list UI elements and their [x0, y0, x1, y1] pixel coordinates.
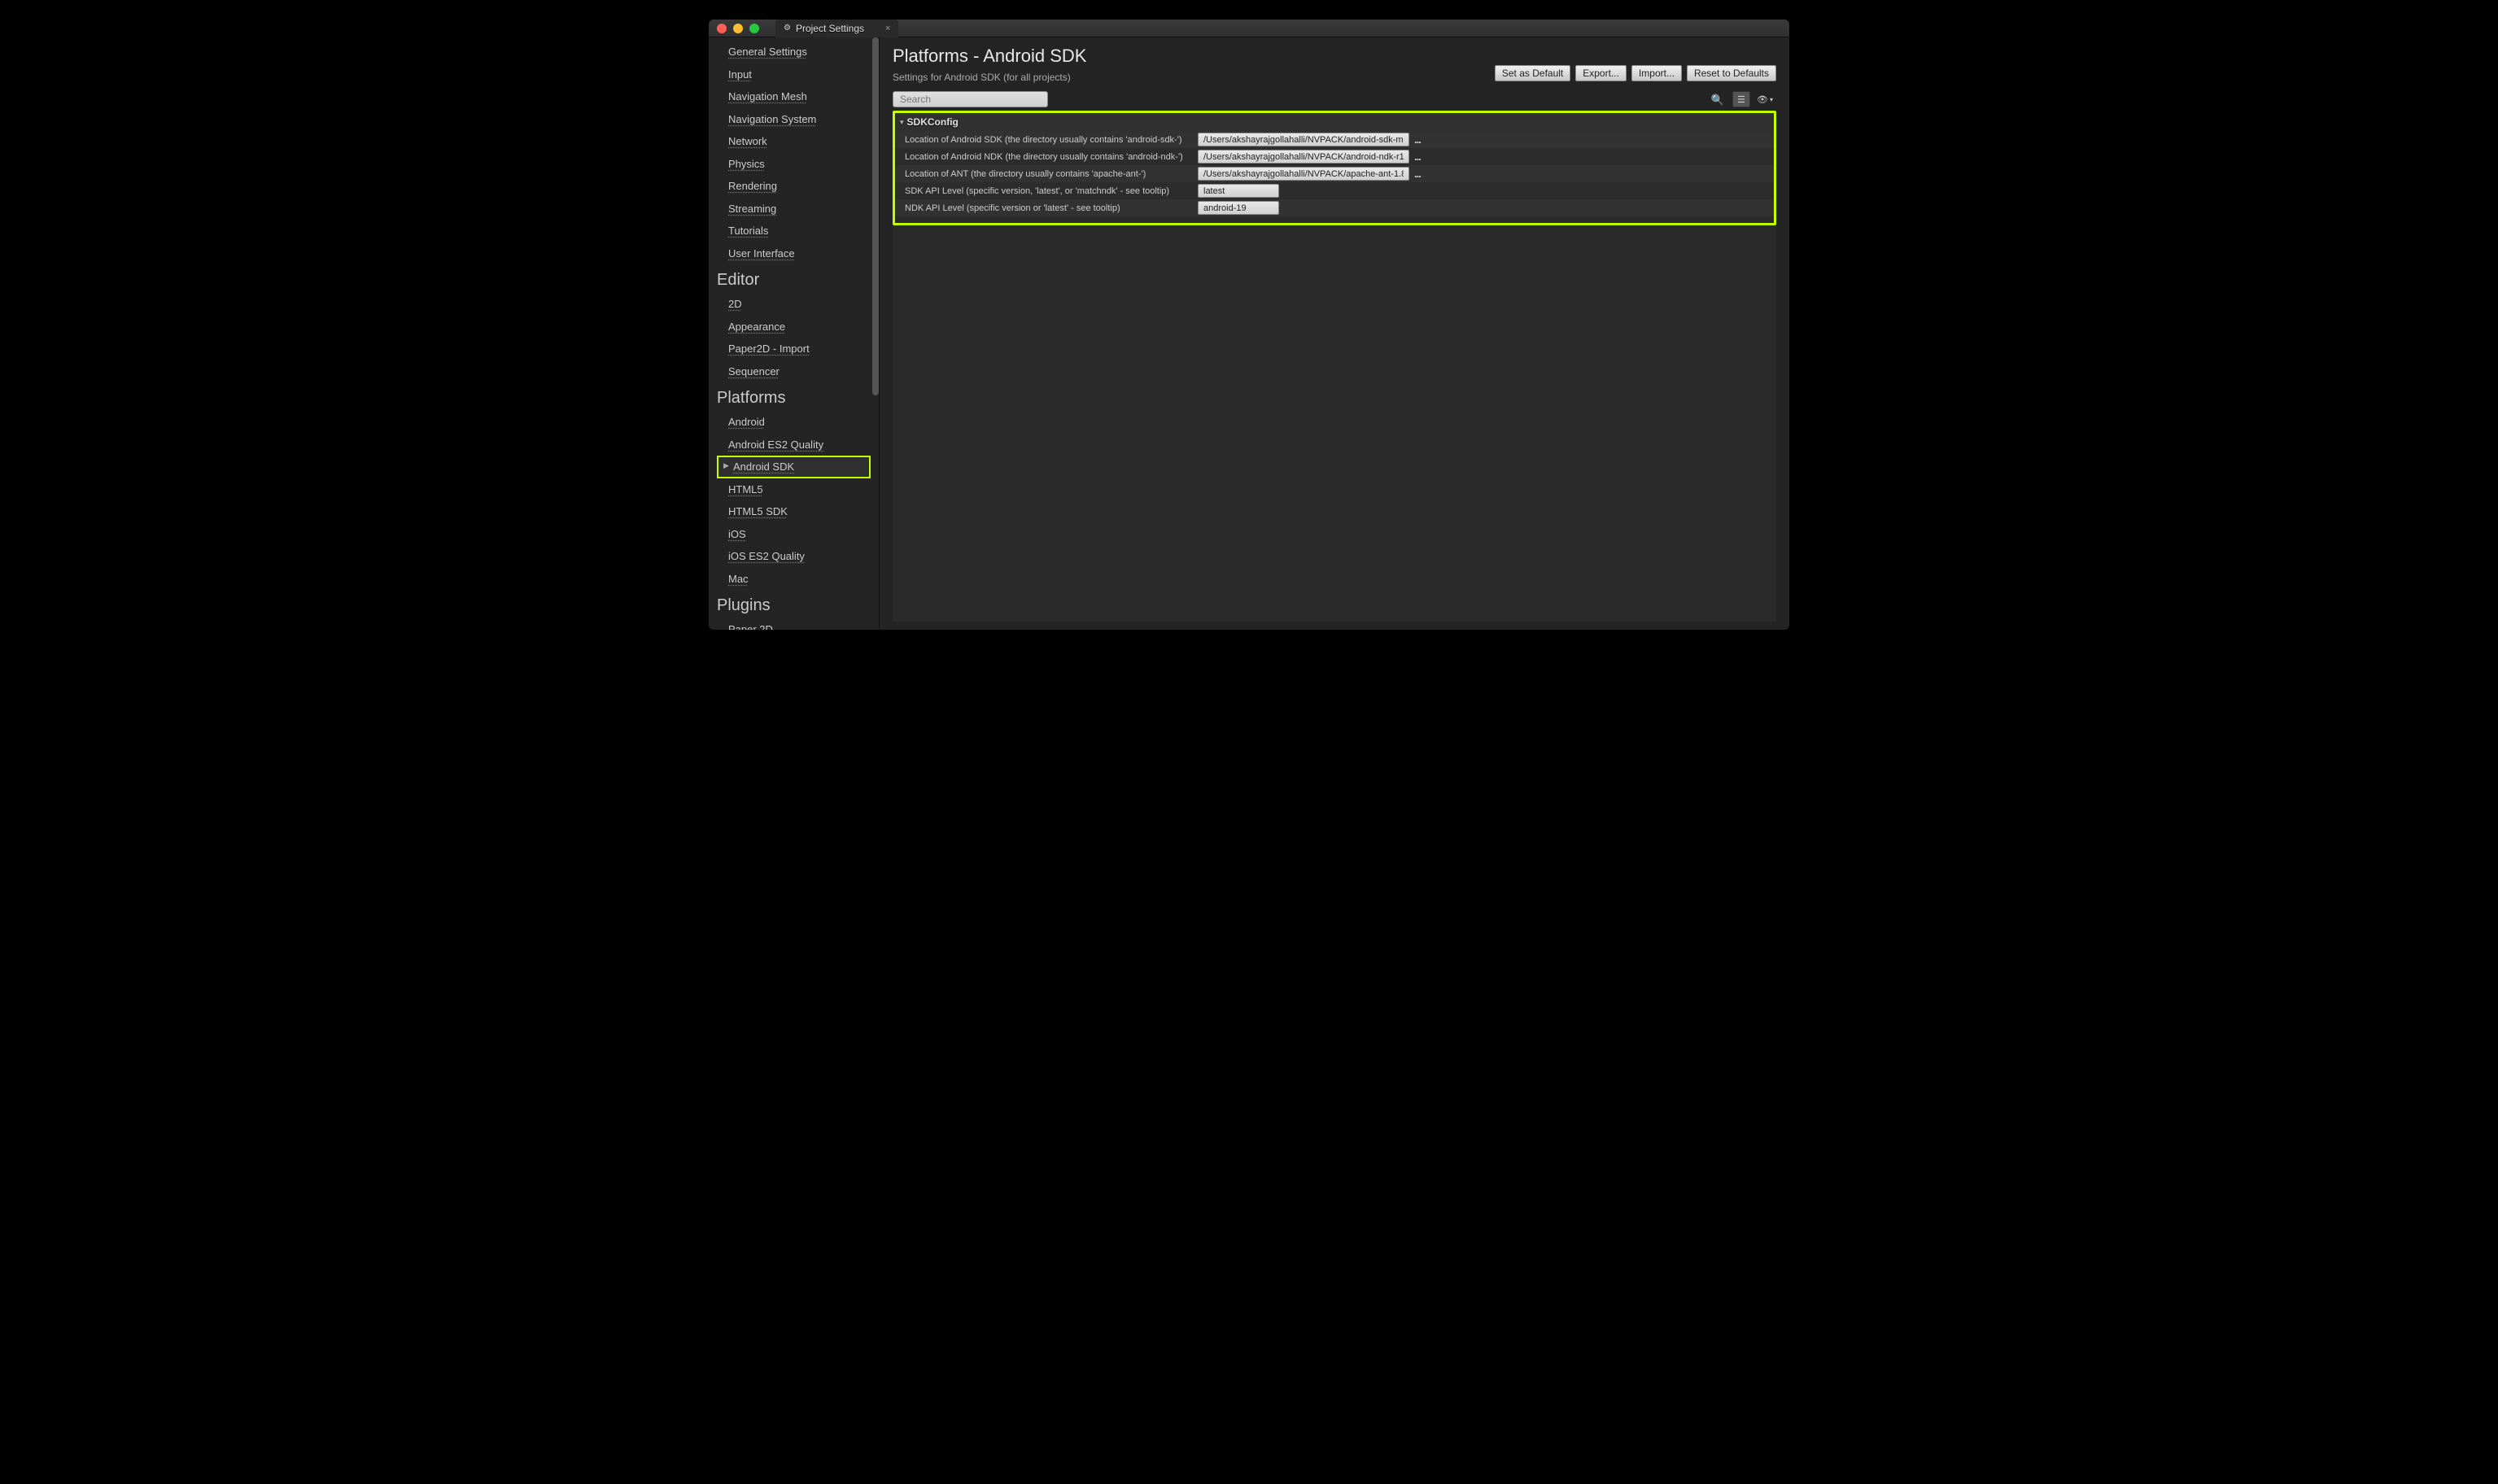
- list-icon: ☰: [1737, 94, 1745, 105]
- section-title: SDKConfig: [907, 116, 959, 128]
- config-row: NDK API Level (specific version or 'late…: [895, 199, 1774, 216]
- search-input[interactable]: [893, 91, 1048, 107]
- config-row: SDK API Level (specific version, 'latest…: [895, 182, 1774, 199]
- sidebar-item[interactable]: Paper2D - Import: [717, 338, 871, 360]
- header-button[interactable]: Set as Default: [1495, 65, 1570, 81]
- sidebar-item[interactable]: Navigation Mesh: [717, 85, 871, 108]
- config-input[interactable]: [1198, 201, 1279, 215]
- browse-button[interactable]: ...: [1414, 151, 1421, 162]
- sidebar-item[interactable]: Streaming: [717, 198, 871, 220]
- header-button[interactable]: Export...: [1575, 65, 1627, 81]
- gear-icon: ⚙: [784, 24, 791, 33]
- header-button[interactable]: Import...: [1631, 65, 1682, 81]
- sidebar-section-title: Platforms: [717, 382, 871, 411]
- sidebar-item[interactable]: Mac: [717, 568, 871, 591]
- sidebar-item[interactable]: General Settings: [717, 41, 871, 63]
- sidebar-item[interactable]: User Interface: [717, 242, 871, 265]
- section-header[interactable]: ▾ SDKConfig: [895, 113, 1774, 131]
- sidebar-item[interactable]: Navigation System: [717, 108, 871, 131]
- titlebar: ⚙ Project Settings ×: [709, 20, 1789, 37]
- config-label: NDK API Level (specific version or 'late…: [905, 203, 1198, 213]
- page-header: Platforms - Android SDK Settings for And…: [893, 46, 1776, 83]
- config-row: Location of Android NDK (the directory u…: [895, 148, 1774, 165]
- sidebar-item[interactable]: Physics: [717, 153, 871, 176]
- browse-button[interactable]: ...: [1414, 134, 1421, 145]
- page-subtitle: Settings for Android SDK (for all projec…: [893, 72, 1086, 83]
- browse-button[interactable]: ...: [1414, 168, 1421, 179]
- sidebar-section-title: Editor: [717, 264, 871, 293]
- sidebar-item[interactable]: HTML5 SDK: [717, 500, 871, 523]
- close-window-button[interactable]: [717, 24, 727, 33]
- sidebar-scrollbar[interactable]: [872, 37, 879, 395]
- sidebar-item[interactable]: Sequencer: [717, 360, 871, 383]
- sidebar-item[interactable]: Android SDK: [717, 456, 871, 478]
- sidebar-item[interactable]: Paper 2D: [717, 618, 871, 630]
- tab-project-settings[interactable]: ⚙ Project Settings ×: [775, 20, 898, 37]
- search-row: 🔍 ☰ 👁 ▾: [893, 91, 1776, 107]
- main-panel: Platforms - Android SDK Settings for And…: [880, 37, 1789, 630]
- close-tab-icon[interactable]: ×: [885, 24, 890, 33]
- content-area: General SettingsInputNavigation MeshNavi…: [709, 37, 1789, 630]
- chevron-down-icon: ▾: [1770, 96, 1773, 103]
- page-title: Platforms - Android SDK: [893, 46, 1086, 67]
- sidebar-item[interactable]: Input: [717, 63, 871, 86]
- sidebar-item[interactable]: HTML5: [717, 478, 871, 501]
- maximize-window-button[interactable]: [749, 24, 759, 33]
- sidebar-item[interactable]: Appearance: [717, 316, 871, 338]
- project-settings-window: ⚙ Project Settings × General SettingsInp…: [709, 20, 1789, 630]
- sidebar-item[interactable]: 2D: [717, 293, 871, 316]
- sidebar-item[interactable]: Network: [717, 130, 871, 153]
- header-button[interactable]: Reset to Defaults: [1687, 65, 1776, 81]
- sidebar-item[interactable]: Android: [717, 411, 871, 434]
- sidebar-item[interactable]: iOS: [717, 523, 871, 546]
- empty-area: [893, 225, 1776, 622]
- config-input[interactable]: [1198, 184, 1279, 198]
- sidebar-item[interactable]: Android ES2 Quality: [717, 434, 871, 456]
- sidebar-item[interactable]: Rendering: [717, 175, 871, 198]
- visibility-button[interactable]: 👁 ▾: [1753, 91, 1776, 107]
- sidebar: General SettingsInputNavigation MeshNavi…: [709, 37, 880, 630]
- sidebar-section-title: Plugins: [717, 590, 871, 618]
- config-label: SDK API Level (specific version, 'latest…: [905, 186, 1198, 196]
- sdkconfig-section: ▾ SDKConfig Location of Android SDK (the…: [893, 111, 1776, 225]
- config-input[interactable]: [1198, 133, 1409, 146]
- config-input[interactable]: [1198, 167, 1409, 181]
- config-input[interactable]: [1198, 150, 1409, 164]
- window-controls: [717, 24, 759, 33]
- chevron-down-icon: ▾: [900, 118, 904, 127]
- minimize-window-button[interactable]: [733, 24, 743, 33]
- search-icon: 🔍: [1711, 94, 1724, 107]
- config-row: Location of Android SDK (the directory u…: [895, 131, 1774, 148]
- config-label: Location of ANT (the directory usually c…: [905, 169, 1198, 179]
- sidebar-item[interactable]: Tutorials: [717, 220, 871, 242]
- config-label: Location of Android SDK (the directory u…: [905, 135, 1198, 145]
- tab-label: Project Settings: [796, 23, 864, 34]
- config-row: Location of ANT (the directory usually c…: [895, 165, 1774, 182]
- eye-icon: 👁: [1757, 94, 1768, 105]
- list-view-button[interactable]: ☰: [1732, 91, 1750, 107]
- config-label: Location of Android NDK (the directory u…: [905, 152, 1198, 162]
- header-buttons: Set as Default Export...Import... Reset to…: [1495, 65, 1776, 81]
- sidebar-item[interactable]: iOS ES2 Quality: [717, 545, 871, 568]
